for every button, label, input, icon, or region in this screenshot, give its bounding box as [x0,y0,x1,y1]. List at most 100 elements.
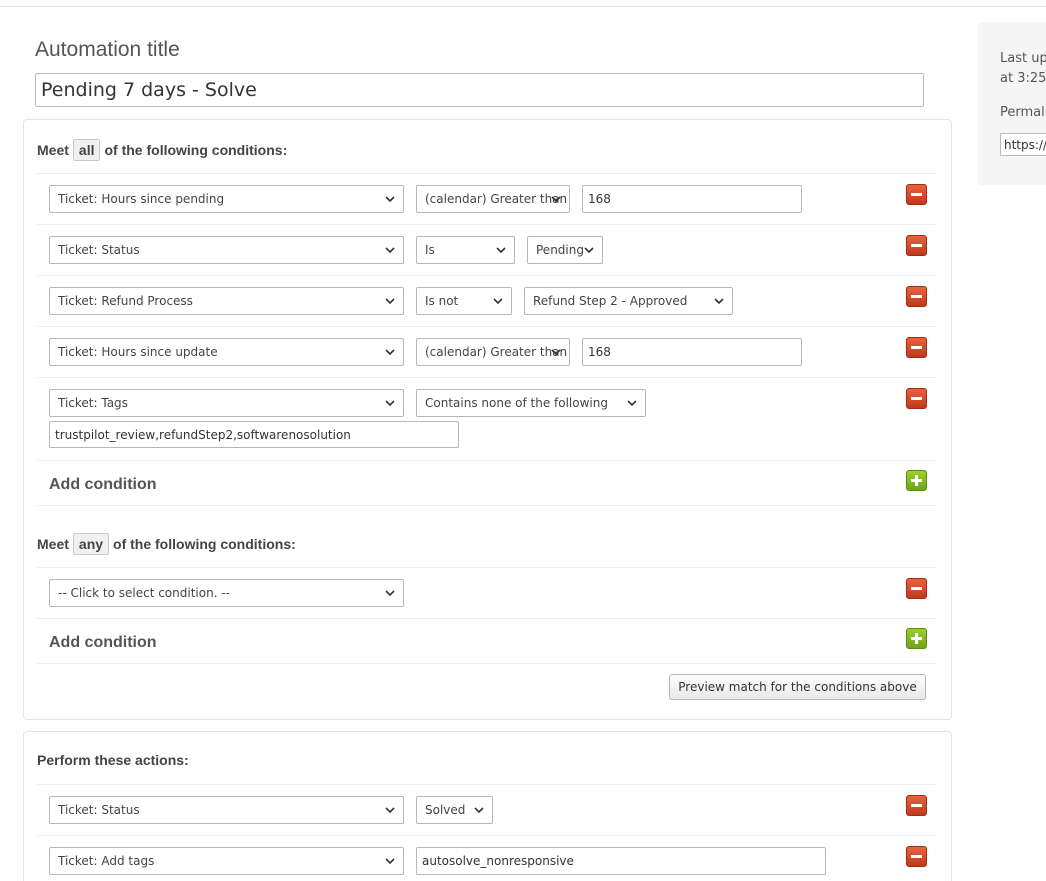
condition-field-value: -- Click to select condition. -- [58,586,230,600]
condition-field-select[interactable]: Ticket: Status [49,236,404,264]
remove-condition-button[interactable] [906,388,927,409]
preview-match-button[interactable]: Preview match for the conditions above [669,674,926,700]
divider [37,275,936,276]
top-divider [0,6,1046,7]
minus-icon [911,587,922,590]
chevron-down-icon [551,196,561,203]
condition-field-select[interactable]: Ticket: Hours since pending [49,185,404,213]
chevron-down-icon [385,858,395,865]
divider [37,224,936,225]
action-value-text: Solved [425,803,466,817]
condition-field-value: Ticket: Tags [58,396,128,410]
condition-operator-value: (calendar) Greater than [425,192,568,206]
remove-condition-button[interactable] [906,235,927,256]
condition-value-text: Pending [536,243,584,257]
minus-icon [911,346,922,349]
remove-condition-button[interactable] [906,337,927,358]
qualifier-any: any [72,533,110,555]
condition-operator-value: (calendar) Greater than [425,345,568,359]
info-sidebar [978,22,1046,185]
condition-field-value: Ticket: Refund Process [58,294,193,308]
divider [37,505,936,506]
chevron-down-icon [496,247,506,254]
divider [37,326,936,327]
condition-operator-select[interactable]: (calendar) Greater than [416,338,570,366]
action-value-select[interactable]: Solved [416,796,493,824]
condition-operator-select[interactable]: Is not [416,287,512,315]
condition-field-select[interactable]: -- Click to select condition. -- [49,579,404,607]
divider [37,377,936,378]
condition-operator-select[interactable]: (calendar) Greater than [416,185,570,213]
add-condition-label: Add condition [49,476,157,493]
last-updated-time: at 3:25 [1000,71,1046,86]
chevron-down-icon [385,196,395,203]
condition-field-select[interactable]: Ticket: Refund Process [49,287,404,315]
tags-input[interactable] [49,421,459,448]
qualifier-all: all [72,139,101,161]
last-updated-text: Last upd [1000,51,1046,66]
automation-title-input[interactable] [35,73,924,107]
plus-icon [911,633,922,644]
action-field-select[interactable]: Ticket: Add tags [49,847,404,875]
minus-icon [911,193,922,196]
meet-suffix: of the following conditions: [104,142,288,158]
chevron-down-icon [627,400,637,407]
minus-icon [911,295,922,298]
condition-field-value: Ticket: Hours since pending [58,192,225,206]
divider [37,173,936,174]
remove-action-button[interactable] [906,846,927,867]
divider [37,460,936,461]
minus-icon [911,244,922,247]
chevron-down-icon [551,349,561,356]
condition-operator-select[interactable]: Is [416,236,515,264]
divider [37,835,936,836]
condition-field-select[interactable]: Ticket: Hours since update [49,338,404,366]
chevron-down-icon [385,298,395,305]
meet-prefix: Meet [37,536,69,552]
chevron-down-icon [584,247,594,254]
add-condition-button[interactable] [906,470,927,491]
chevron-down-icon [493,298,503,305]
condition-operator-value: Is [425,243,435,257]
chevron-down-icon [474,807,484,814]
add-condition-button[interactable] [906,628,927,649]
divider [37,567,936,568]
action-field-select[interactable]: Ticket: Status [49,796,404,824]
condition-operator-value: Is not [425,294,459,308]
chevron-down-icon [385,807,395,814]
condition-value-text: Refund Step 2 - Approved [533,294,688,308]
condition-value-select[interactable]: Refund Step 2 - Approved [524,287,733,315]
actions-heading: Perform these actions: [37,752,189,768]
divider [37,663,936,664]
action-tags-input[interactable] [416,847,826,875]
chevron-down-icon [385,400,395,407]
meet-all-heading: Meet all of the following conditions: [37,139,287,161]
divider [37,784,936,785]
plus-icon [911,475,922,486]
condition-value-input[interactable] [582,185,802,213]
action-field-value: Ticket: Add tags [58,854,155,868]
chevron-down-icon [385,590,395,597]
chevron-down-icon [385,247,395,254]
remove-condition-button[interactable] [906,184,927,205]
chevron-down-icon [714,298,724,305]
minus-icon [911,804,922,807]
condition-operator-value: Contains none of the following [425,396,608,410]
condition-field-value: Ticket: Hours since update [58,345,218,359]
condition-field-select[interactable]: Ticket: Tags [49,389,404,417]
minus-icon [911,855,922,858]
condition-operator-select[interactable]: Contains none of the following [416,389,646,417]
remove-condition-button[interactable] [906,578,927,599]
remove-condition-button[interactable] [906,286,927,307]
meet-suffix: of the following conditions: [113,536,296,552]
action-field-value: Ticket: Status [58,803,140,817]
condition-value-input[interactable] [582,338,802,366]
permalink-label: Permali [1000,105,1046,120]
condition-value-select[interactable]: Pending [527,236,603,264]
meet-any-heading: Meet any of the following conditions: [37,533,296,555]
permalink-input[interactable] [1000,133,1046,156]
divider [37,618,936,619]
remove-action-button[interactable] [906,795,927,816]
automation-title-label: Automation title [35,38,180,61]
meet-prefix: Meet [37,142,69,158]
